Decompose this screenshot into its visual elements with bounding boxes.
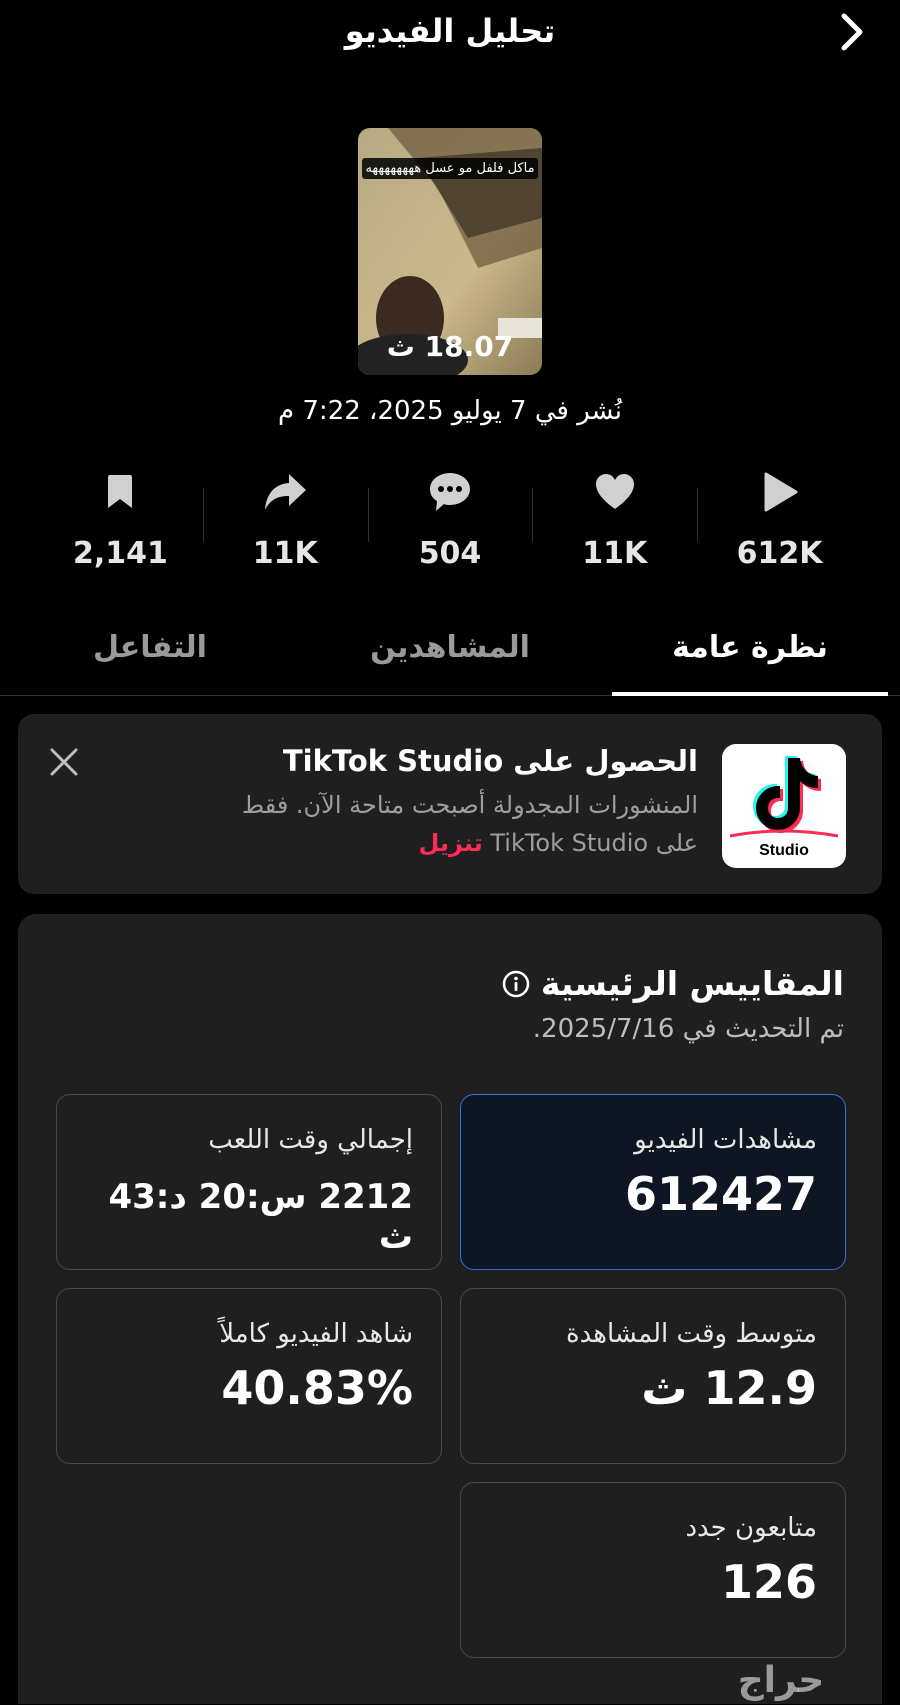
stats-row: 612K 11K 504 11K 2,141 [38,470,862,580]
info-icon[interactable] [501,969,531,999]
card-label: متوسط وقت المشاهدة [566,1319,817,1349]
share-icon [263,470,307,514]
bookmark-icon [98,470,142,514]
video-duration: 18.07 ث [386,330,514,363]
divider [367,488,369,542]
stat-shares: 11K [202,470,368,580]
divider [202,488,204,542]
key-metrics-panel: المقاييس الرئيسية تم التحديث في 2025/7/1… [18,914,882,1704]
metrics-title: المقاييس الرئيسية [501,964,844,1003]
tiktok-icon [729,756,839,838]
card-label: متابعون جدد [685,1513,817,1543]
back-button[interactable] [832,10,872,54]
metric-card-avg-watch-time[interactable]: متوسط وقت المشاهدة 12.9 ث [460,1288,846,1464]
card-label: إجمالي وقت اللعب [208,1125,413,1155]
tab-engagement[interactable]: التفاعل [0,610,300,695]
video-caption: ماكل فلفل مو عسل ههههههههه [362,158,538,179]
updated-date: تم التحديث في 2025/7/16. [532,1014,844,1044]
metrics-title-text: المقاييس الرئيسية [540,964,844,1003]
metric-card-full-watch[interactable]: شاهد الفيديو كاملاً 40.83% [56,1288,442,1464]
divider [697,488,699,542]
promo-text: الحصول على TikTok Studio المنشورات المجد… [198,744,698,862]
metric-card-new-followers[interactable]: متابعون جدد 126 [460,1482,846,1658]
promo-description: المنشورات المجدولة أصبحت متاحة الآن. فقط… [198,786,698,862]
metric-card-views[interactable]: مشاهدات الفيديو 612427 [460,1094,846,1270]
stat-value: 612K [736,536,823,571]
card-value: 612427 [624,1167,817,1221]
video-thumbnail[interactable]: ماكل فلفل مو عسل ههههههههه 18.07 ث [358,128,542,375]
watermark: حراج [737,1660,825,1701]
stat-value: 11K [582,536,648,571]
stat-saves: 2,141 [38,470,203,580]
header: تحليل الفيديو [0,0,900,64]
stat-likes: 11K [532,470,697,580]
logo-label: Studio [759,842,809,859]
stat-views: 612K [697,470,862,580]
card-value: 126 [720,1555,817,1609]
card-value: 40.83% [221,1361,413,1415]
tiktok-studio-logo: Studio [722,744,846,868]
divider [532,488,534,542]
play-icon [758,470,802,514]
tab-bar: نظرة عامة المشاهدين التفاعل [0,610,900,696]
stat-value: 11K [252,536,318,571]
metric-card-total-playtime[interactable]: إجمالي وقت اللعب 2212 س:20 د:43 ث [56,1094,442,1270]
tiktok-studio-banner: Studio الحصول على TikTok Studio المنشورا… [18,714,882,894]
stat-value: 2,141 [72,536,168,571]
stat-comments: 504 [367,470,533,580]
card-label: شاهد الفيديو كاملاً [219,1319,413,1349]
card-value: 2212 س:20 د:43 ث [108,1177,413,1257]
page-title: تحليل الفيديو [344,12,556,50]
card-value: 12.9 ث [641,1361,817,1415]
card-label: مشاهدات الفيديو [634,1125,817,1155]
close-button[interactable] [46,744,82,780]
promo-title: الحصول على TikTok Studio [282,744,698,778]
comment-icon [428,470,472,514]
heart-icon [593,470,637,514]
close-icon [50,748,78,776]
tab-viewers[interactable]: المشاهدين [300,610,600,695]
stat-value: 504 [418,536,482,571]
chevron-right-icon [841,13,863,51]
tab-overview[interactable]: نظرة عامة [600,610,900,696]
posted-date: نُشر في 7 يوليو 2025، 7:22 م [278,396,622,426]
download-link[interactable]: تنزيل [419,829,483,857]
